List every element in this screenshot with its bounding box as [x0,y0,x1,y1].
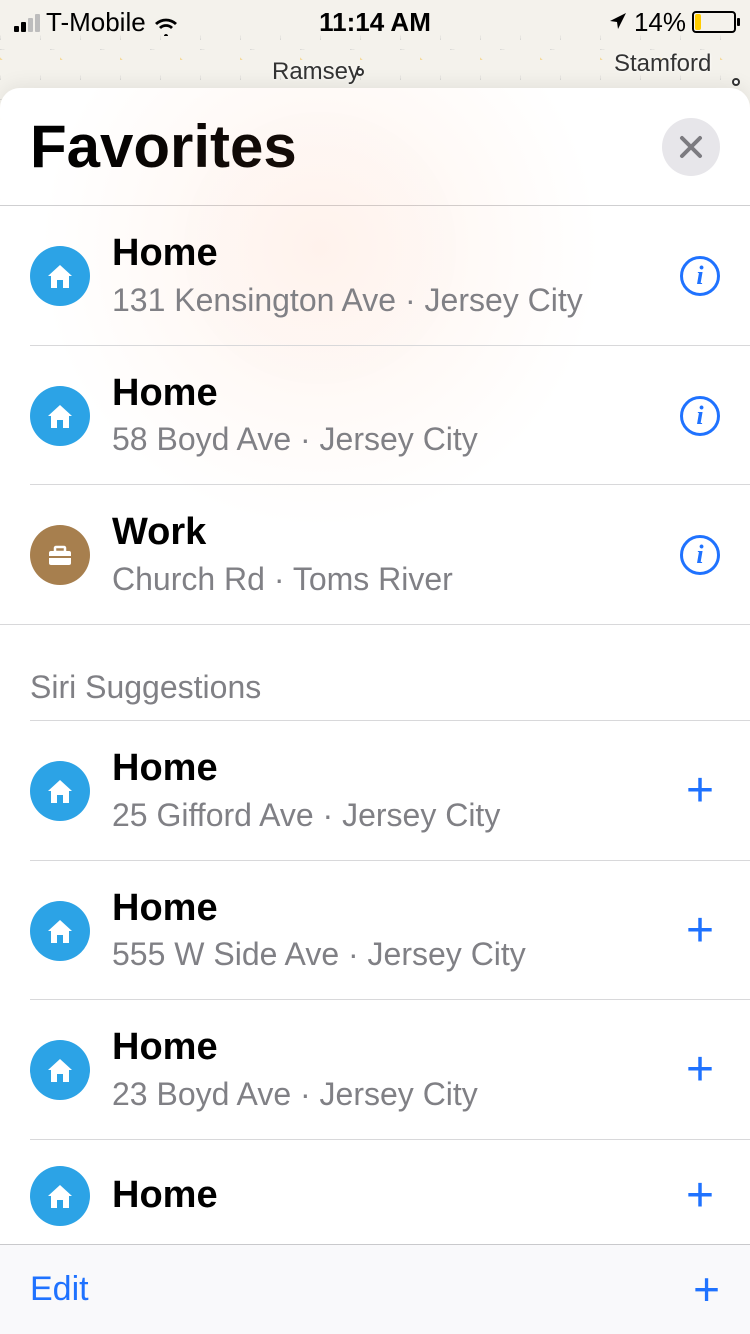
home-icon [30,901,90,961]
briefcase-icon [30,525,90,585]
info-icon: i [680,535,720,575]
edit-button[interactable]: Edit [30,1270,89,1309]
plus-icon: + [686,907,714,955]
suggestion-row[interactable]: Home 23 Boyd Ave · Jersey City + [0,1000,750,1140]
favorite-subtitle: 131 Kensington Ave · Jersey City [112,280,656,320]
bottom-toolbar: Edit + [0,1244,750,1334]
suggestion-row[interactable]: Home 25 Gifford Ave · Jersey City + [0,721,750,861]
favorite-row[interactable]: Work Church Rd · Toms River i [0,485,750,625]
plus-icon: + [686,767,714,815]
add-button[interactable]: + [678,909,722,953]
battery-icon [692,11,736,33]
suggestion-subtitle: 23 Boyd Ave · Jersey City [112,1074,656,1114]
info-button[interactable]: i [678,254,722,298]
info-icon: i [680,396,720,436]
home-icon [30,1166,90,1226]
favorite-subtitle: 58 Boyd Ave · Jersey City [112,419,656,459]
favorite-title: Work [112,511,656,555]
plus-icon: + [686,1046,714,1094]
favorites-sheet: Favorites Home 131 Kensington Ave · Jers… [0,88,750,1334]
info-button[interactable]: i [678,394,722,438]
close-button[interactable] [662,118,720,176]
add-button[interactable]: + [678,1174,722,1218]
add-button[interactable]: + [678,769,722,813]
plus-icon: + [686,1172,714,1220]
info-icon: i [680,256,720,296]
close-icon [678,134,704,160]
home-icon [30,386,90,446]
plus-icon: + [693,1263,720,1315]
suggestion-subtitle: 25 Gifford Ave · Jersey City [112,795,656,835]
add-favorite-button[interactable]: + [693,1266,720,1314]
favorite-title: Home [112,372,656,416]
suggestion-title: Home [112,1026,656,1070]
suggestion-row[interactable]: Home 555 W Side Ave · Jersey City + [0,861,750,1001]
info-button[interactable]: i [678,533,722,577]
status-bar: T-Mobile 11:14 AM 14% [0,0,750,44]
suggestion-title: Home [112,747,656,791]
add-button[interactable]: + [678,1048,722,1092]
page-title: Favorites [30,112,297,181]
favorite-subtitle: Church Rd · Toms River [112,559,656,599]
map-poi-dot [356,68,364,76]
suggestion-title: Home [112,1174,656,1218]
favorite-row[interactable]: Home 131 Kensington Ave · Jersey City i [0,206,750,346]
home-icon [30,246,90,306]
map-label-stamford: Stamford [614,50,711,78]
clock: 11:14 AM [0,7,750,38]
suggestion-title: Home [112,887,656,931]
suggestion-row[interactable]: Home + [0,1140,750,1234]
section-header-siri-suggestions: Siri Suggestions [0,625,750,720]
favorite-title: Home [112,232,656,276]
home-icon [30,1040,90,1100]
favorite-row[interactable]: Home 58 Boyd Ave · Jersey City i [0,346,750,486]
map-poi-dot [732,78,740,86]
home-icon [30,761,90,821]
suggestion-subtitle: 555 W Side Ave · Jersey City [112,934,656,974]
map-label-ramsey: Ramsey [272,58,360,86]
